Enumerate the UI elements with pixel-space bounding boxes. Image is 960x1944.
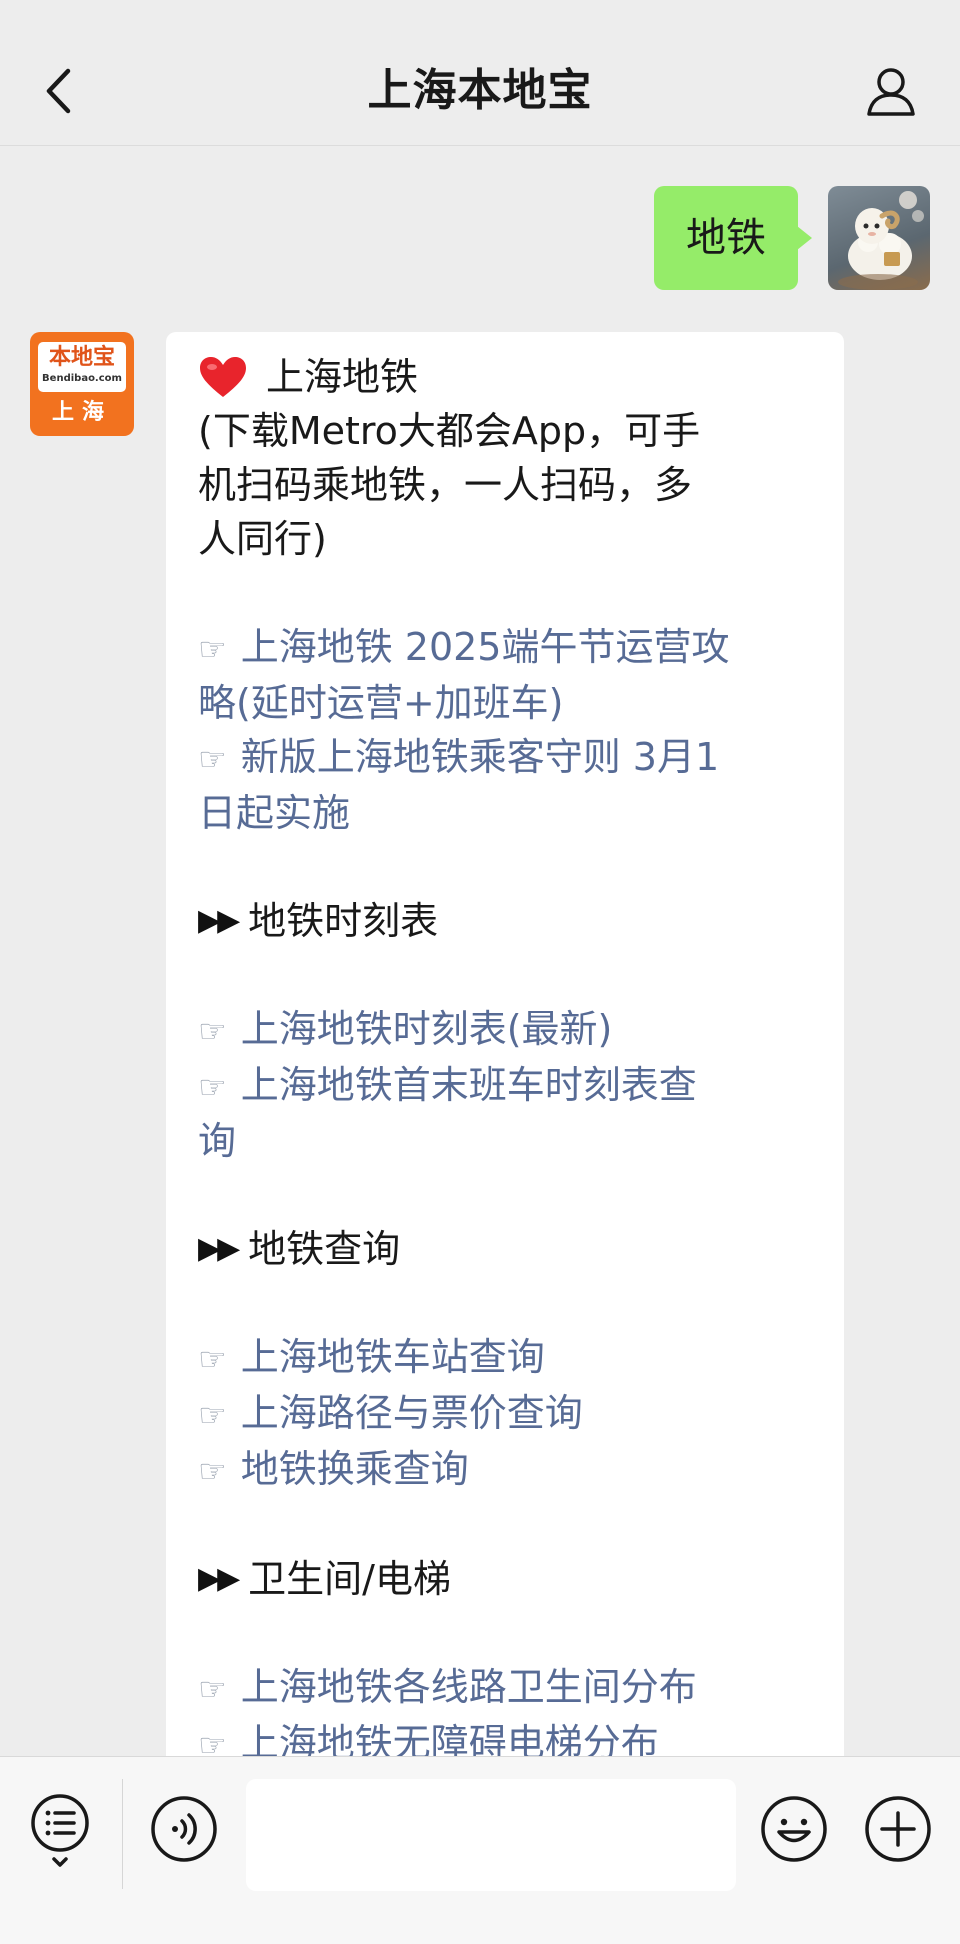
plus-circle-icon [865, 1796, 931, 1862]
link-text: 略(延时运营+加班车) [198, 681, 564, 725]
bendibao-avatar[interactable]: 本地宝 Bendibao.com 上海 [30, 332, 134, 436]
link-passenger-rules[interactable]: ☞ 新版上海地铁乘客守则 3月1 日起实施 [198, 730, 814, 840]
intro-line: 机扫码乘地铁，一人扫码，多 [198, 463, 693, 507]
heart-icon [200, 357, 246, 397]
logo-text: 本地宝 [48, 345, 115, 370]
link-text: 上海地铁首末班车时刻表查 [240, 1063, 697, 1107]
link-restroom-distribution[interactable]: ☞ 上海地铁各线路卫生间分布 [198, 1660, 814, 1716]
emoji-button[interactable] [760, 1795, 828, 1863]
link-route-fare-query[interactable]: ☞ 上海路径与票价查询 [198, 1386, 814, 1442]
section-title-facilities: ▶▶ 卫生间/电梯 [198, 1552, 814, 1606]
more-actions-button[interactable] [864, 1795, 932, 1863]
service-menu-button[interactable] [28, 1791, 92, 1871]
logo-city-text: 上海 [51, 400, 112, 425]
section-title-text: 卫生间/电梯 [248, 1557, 451, 1601]
voice-button[interactable] [150, 1795, 218, 1863]
pointing-hand-icon: ☞ [198, 1670, 227, 1708]
person-icon [867, 68, 915, 116]
top-nav-bar: 上海本地宝 [0, 0, 960, 146]
link-text: 上海地铁各线路卫生间分布 [240, 1665, 697, 1709]
link-text: 新版上海地铁乘客守则 3月1 [240, 735, 720, 779]
section-title-timetable: ▶▶ 地铁时刻表 [198, 894, 814, 948]
received-message-bubble: 上海地铁 (下载Metro大都会App，可手 机扫码乘地铁，一人扫码，多 人同行… [166, 332, 844, 1782]
reply-heading: 上海地铁 [198, 350, 814, 404]
link-text: 询 [198, 1119, 237, 1163]
received-message-row: 本地宝 Bendibao.com 上海 上海地铁 (下载Metro大都会App，… [30, 332, 844, 1782]
section-title-text: 地铁时刻表 [248, 899, 439, 943]
pointing-hand-icon: ☞ [198, 1012, 227, 1050]
pointing-hand-icon: ☞ [198, 630, 227, 668]
link-text: 上海地铁时刻表(最新) [240, 1007, 613, 1051]
menu-list-icon [31, 1794, 89, 1867]
pointing-hand-icon: ☞ [198, 1396, 227, 1434]
link-text: 上海路径与票价查询 [240, 1391, 583, 1435]
double-arrow-icon: ▶▶ [198, 1231, 240, 1266]
intro-line: (下载Metro大都会App，可手 [198, 409, 701, 453]
link-timetable-latest[interactable]: ☞ 上海地铁时刻表(最新) [198, 1002, 814, 1058]
message-input[interactable] [246, 1779, 736, 1891]
pointing-hand-icon: ☞ [198, 740, 227, 778]
chat-screen: 上海本地宝 地铁 本地宝 Bendibao.com 上海 上海地铁 (下载Met… [0, 0, 960, 1944]
logo-panel: 本地宝 Bendibao.com [38, 342, 126, 392]
divider [122, 1779, 123, 1889]
pointing-hand-icon: ☞ [198, 1068, 227, 1106]
section-title-text: 地铁查询 [248, 1227, 401, 1271]
reply-heading-text: 上海地铁 [266, 355, 419, 399]
page-title: 上海本地宝 [367, 65, 593, 116]
pointing-hand-icon: ☞ [198, 1452, 227, 1490]
link-text: 上海地铁车站查询 [240, 1335, 545, 1379]
double-arrow-icon: ▶▶ [198, 903, 240, 938]
link-text: 地铁换乘查询 [240, 1447, 469, 1491]
voice-icon [151, 1796, 217, 1862]
intro-line: 人同行) [198, 517, 327, 561]
user-avatar[interactable] [828, 186, 930, 290]
link-station-query[interactable]: ☞ 上海地铁车站查询 [198, 1330, 814, 1386]
profile-button[interactable] [862, 62, 920, 120]
link-dragon-boat-operation[interactable]: ☞ 上海地铁 2025端午节运营攻 略(延时运营+加班车) [198, 620, 814, 730]
input-bar [0, 1756, 960, 1944]
sheep-avatar-image [838, 191, 924, 290]
pointing-hand-icon: ☞ [198, 1340, 227, 1378]
logo-domain-text: Bendibao.com [42, 373, 122, 384]
sent-message-row: 地铁 [654, 186, 930, 290]
emoji-icon [761, 1796, 827, 1862]
sent-message-bubble[interactable]: 地铁 [654, 186, 812, 290]
link-text: 日起实施 [198, 791, 351, 835]
link-transfer-query[interactable]: ☞ 地铁换乘查询 [198, 1442, 814, 1498]
section-title-query: ▶▶ 地铁查询 [198, 1222, 814, 1276]
link-text: 上海地铁 2025端午节运营攻 [240, 625, 730, 669]
double-arrow-icon: ▶▶ [198, 1561, 240, 1596]
link-first-last-train[interactable]: ☞ 上海地铁首末班车时刻表查 询 [198, 1058, 814, 1168]
